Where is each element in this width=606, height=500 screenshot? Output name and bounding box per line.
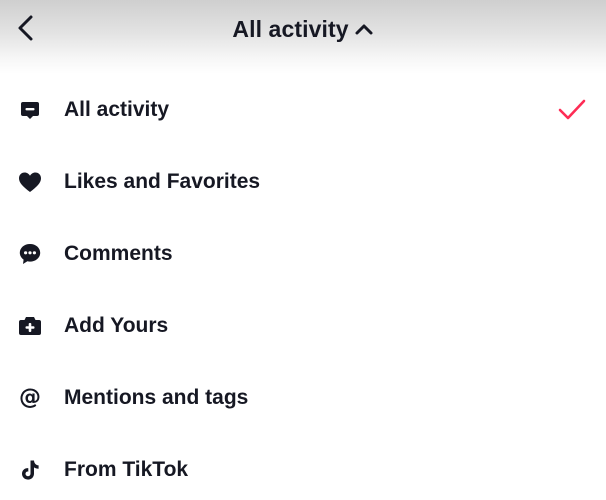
- at-sign-icon: @: [19, 385, 41, 410]
- tiktok-logo-icon: [17, 457, 43, 483]
- menu-item-mentions-and-tags[interactable]: @ Mentions and tags: [0, 362, 606, 434]
- menu-item-label: Add Yours: [64, 314, 169, 337]
- menu-item-likes-and-favorites[interactable]: Likes and Favorites: [0, 146, 606, 218]
- header: All activity: [0, 0, 606, 74]
- menu-item-label: All activity: [64, 98, 170, 121]
- comment-bubble-icon: [17, 241, 43, 267]
- menu-item-add-yours[interactable]: Add Yours: [0, 290, 606, 362]
- activity-filter-menu: All activity Likes and Favorites Comment…: [0, 74, 606, 500]
- heart-icon: [17, 169, 43, 195]
- activity-filter-screen: All activity All activity Likes and Favo…: [0, 0, 606, 500]
- page-title: All activity: [232, 15, 349, 42]
- inbox-message-icon: [17, 97, 43, 123]
- chevron-up-icon: [354, 22, 374, 36]
- menu-item-label: Comments: [64, 242, 173, 265]
- menu-item-all-activity[interactable]: All activity: [0, 74, 606, 146]
- activity-filter-dropdown[interactable]: All activity: [0, 12, 606, 46]
- menu-item-comments[interactable]: Comments: [0, 218, 606, 290]
- menu-item-label: Likes and Favorites: [64, 170, 261, 193]
- menu-item-from-tiktok[interactable]: From TikTok: [0, 434, 606, 500]
- menu-item-label: Mentions and tags: [64, 386, 249, 409]
- menu-item-label: From TikTok: [64, 458, 189, 481]
- add-yours-icon: [17, 313, 43, 339]
- checkmark-icon: [556, 94, 588, 126]
